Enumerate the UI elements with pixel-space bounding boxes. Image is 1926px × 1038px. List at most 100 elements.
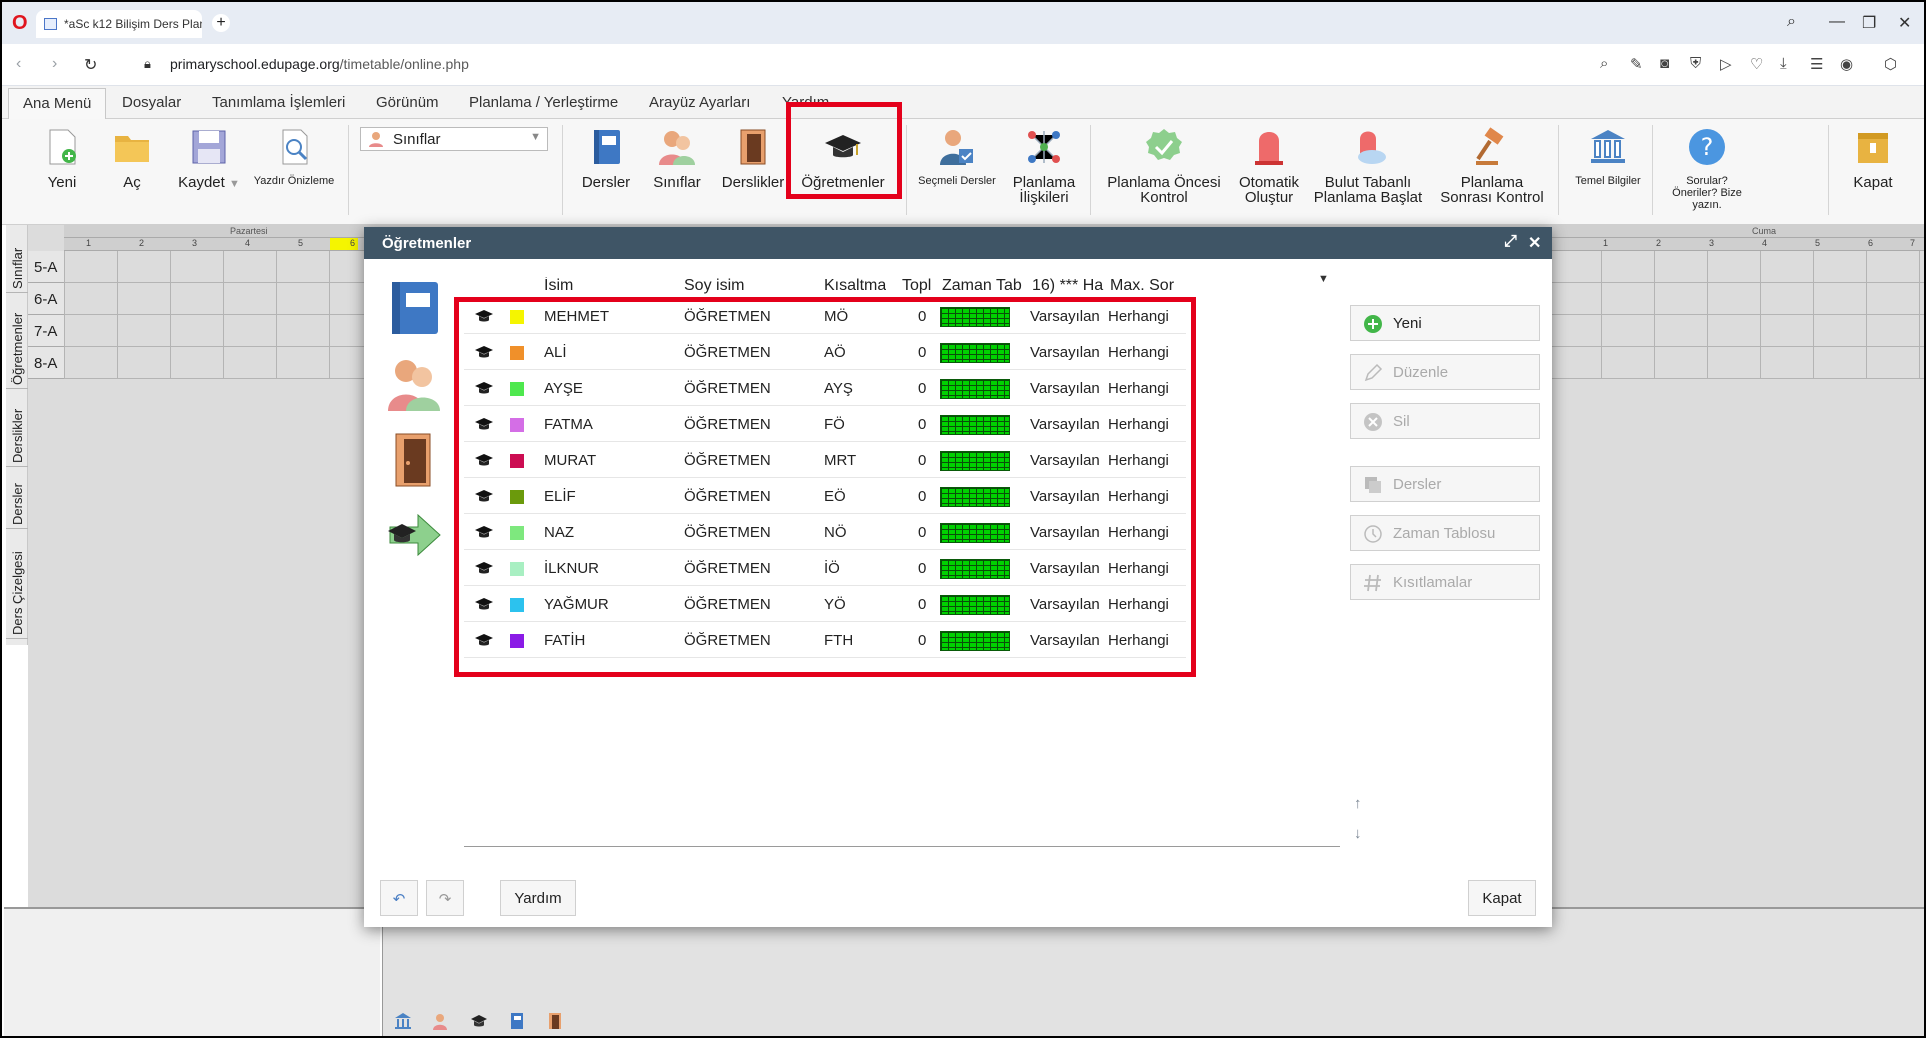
save-dropdown-icon[interactable]: ▼ [229,178,240,190]
close-icon[interactable]: ✕ [1528,233,1541,253]
new-file-button[interactable]: Yeni [42,127,82,190]
move-up-arrow-icon[interactable]: ↑ [1354,795,1362,812]
menu-gorunum[interactable]: Görünüm [376,94,439,111]
electives-button[interactable]: Seçmeli Dersler [914,127,1000,187]
lessons-label: Dersler [1393,476,1442,493]
close-window-icon[interactable]: ✕ [1898,13,1911,33]
edit-icon[interactable]: ✎ [1630,55,1643,73]
close-dialog-button[interactable]: Kapat [1468,880,1536,916]
precheck-button[interactable]: Planlama Öncesi Kontrol [1102,127,1226,205]
browser-tab[interactable]: *aSc k12 Bilişim Ders Plan [36,10,202,38]
book-icon[interactable] [508,1012,526,1030]
delete-teacher-button[interactable]: Sil [1350,403,1540,439]
camera-icon[interactable]: ◙ [1660,55,1669,72]
cloud-planning-button[interactable]: Bulut Tabanlı Planlama Başlat [1312,127,1424,205]
restore-icon[interactable]: ❐ [1862,13,1876,33]
postcheck-button[interactable]: Planlama Sonrası Kontrol [1436,127,1548,205]
view-select[interactable]: Sınıflar ▼ [360,127,548,151]
vtab-timetable[interactable]: Ders Çizelgesi [6,529,28,639]
forward-icon[interactable]: › [52,55,57,73]
add-teacher-button[interactable]: Yeni [1350,305,1540,341]
open-file-label: Aç [123,174,141,191]
autogenerate-label-2: Oluştur [1244,189,1294,206]
close-app-button[interactable]: Kapat [1848,127,1898,190]
extension-cube-icon[interactable]: ⬡ [1884,55,1897,73]
search-tabs-icon[interactable]: ⌕ [1787,13,1796,31]
print-preview-button[interactable]: Yazdır Önizleme [252,127,336,187]
class-row-label[interactable]: 5-A [28,251,64,283]
column-header-name[interactable]: İsim [544,277,573,295]
vtab-teachers[interactable]: Öğretmenler [6,293,28,389]
column-header-surname[interactable]: Soy isim [684,277,744,295]
move-down-arrow-icon[interactable]: ↓ [1354,825,1362,842]
vtab-classes[interactable]: Sınıflar [6,225,28,293]
cloud-siren-icon [1358,131,1386,164]
students-icon[interactable] [432,1012,450,1030]
redo-button[interactable]: ↷ [426,880,464,916]
period-label: 3 [1709,238,1715,248]
classes-button[interactable]: Sınıflar [650,127,704,190]
menu-ana-menu[interactable]: Ana Menü [8,88,107,120]
students-icon[interactable] [386,355,442,413]
column-header-short[interactable]: Kısaltma [824,277,886,295]
menu-lines-icon[interactable]: ☰ [1810,55,1823,73]
teacher-arrow-icon[interactable] [386,507,442,565]
play-icon[interactable]: ▷ [1720,55,1732,73]
back-icon[interactable]: ‹ [16,55,21,73]
menu-dosyalar[interactable]: Dosyalar [122,94,181,111]
relations-button[interactable]: Planlama İlişkileri [1006,127,1082,205]
menu-planlama[interactable]: Planlama / Yerleştirme [469,94,618,111]
maximize-icon[interactable]: ⤢ [1504,233,1517,251]
heart-icon[interactable]: ♡ [1750,55,1763,73]
column-header-max[interactable]: Max. Sor [1110,277,1180,295]
browser-tab-strip: O *aSc k12 Bilişim Ders Plan + ⌕ — ❐ ✕ [2,2,1924,44]
url-field[interactable]: primaryschool.edupage.org/timetable/onli… [170,56,469,72]
class-row-label[interactable]: 7-A [28,315,64,347]
vtab-label: Dersler [10,483,25,525]
help-button[interactable]: Yardım [500,880,576,916]
dialog-title-bar[interactable]: Öğretmenler ⤢ ✕ [364,227,1552,259]
class-row-label[interactable]: 8-A [28,347,64,379]
graduation-cap-icon[interactable] [470,1012,488,1030]
column-menu-chevron-icon[interactable]: ▼ [1318,273,1329,285]
profile-icon[interactable]: ◉ [1840,55,1853,73]
open-file-button[interactable]: Aç [110,127,154,190]
save-button[interactable]: Kaydet ▼ [174,127,244,192]
menu-tanimlama[interactable]: Tanımlama İşlemleri [212,94,345,111]
vtab-subjects[interactable]: Dersler [6,467,28,529]
selected-period-cell[interactable]: 6 [330,238,358,250]
class-row-label[interactable]: 6-A [28,283,64,315]
relations-label-2: İlişkileri [1019,189,1069,206]
column-header-timetable[interactable]: Zaman Tab [942,277,1022,295]
book-icon[interactable] [386,279,442,337]
students-icon [369,132,383,147]
questions-button[interactable]: ? Sorular? Öneriler? Bize yazın. [1662,127,1752,211]
column-header-total[interactable]: Topl [902,277,932,295]
opera-logo[interactable]: O [12,12,28,35]
column-header-profile[interactable]: 16) *** Ha [1032,277,1104,295]
vtab-rooms[interactable]: Derslikler [6,389,28,467]
ribbon-toolbar: Yeni Aç Kaydet ▼ Yazdır Önizleme Sınıfla… [2,102,1924,225]
institution-icon[interactable] [394,1012,412,1030]
zoom-icon[interactable]: ⌕ [1600,55,1608,72]
menu-arayuz[interactable]: Arayüz Ayarları [649,94,750,111]
minimize-icon[interactable]: — [1829,13,1845,31]
new-tab-button[interactable]: + [212,14,230,32]
door-icon[interactable] [386,431,442,489]
ribbon-separator [906,125,907,215]
clock-icon [1364,525,1382,543]
edit-teacher-button[interactable]: Düzenle [1350,354,1540,390]
subjects-button[interactable]: Dersler [580,127,632,190]
rooms-button[interactable]: Derslikler [720,127,786,190]
constraints-button[interactable]: Kısıtlamalar [1350,564,1540,600]
timetable-button[interactable]: Zaman Tablosu [1350,515,1540,551]
autogenerate-button[interactable]: Otomatik Oluştur [1234,127,1304,205]
institution-icon [1591,130,1625,163]
reload-icon[interactable]: ↻ [84,55,97,75]
download-icon[interactable]: ⤓ [1780,55,1787,72]
shield-icon[interactable]: ⛨ [1690,55,1701,72]
door-icon[interactable] [546,1012,564,1030]
lessons-button[interactable]: Dersler [1350,466,1540,502]
undo-button[interactable]: ↶ [380,880,418,916]
basic-info-button[interactable]: Temel Bilgiler [1570,127,1646,187]
